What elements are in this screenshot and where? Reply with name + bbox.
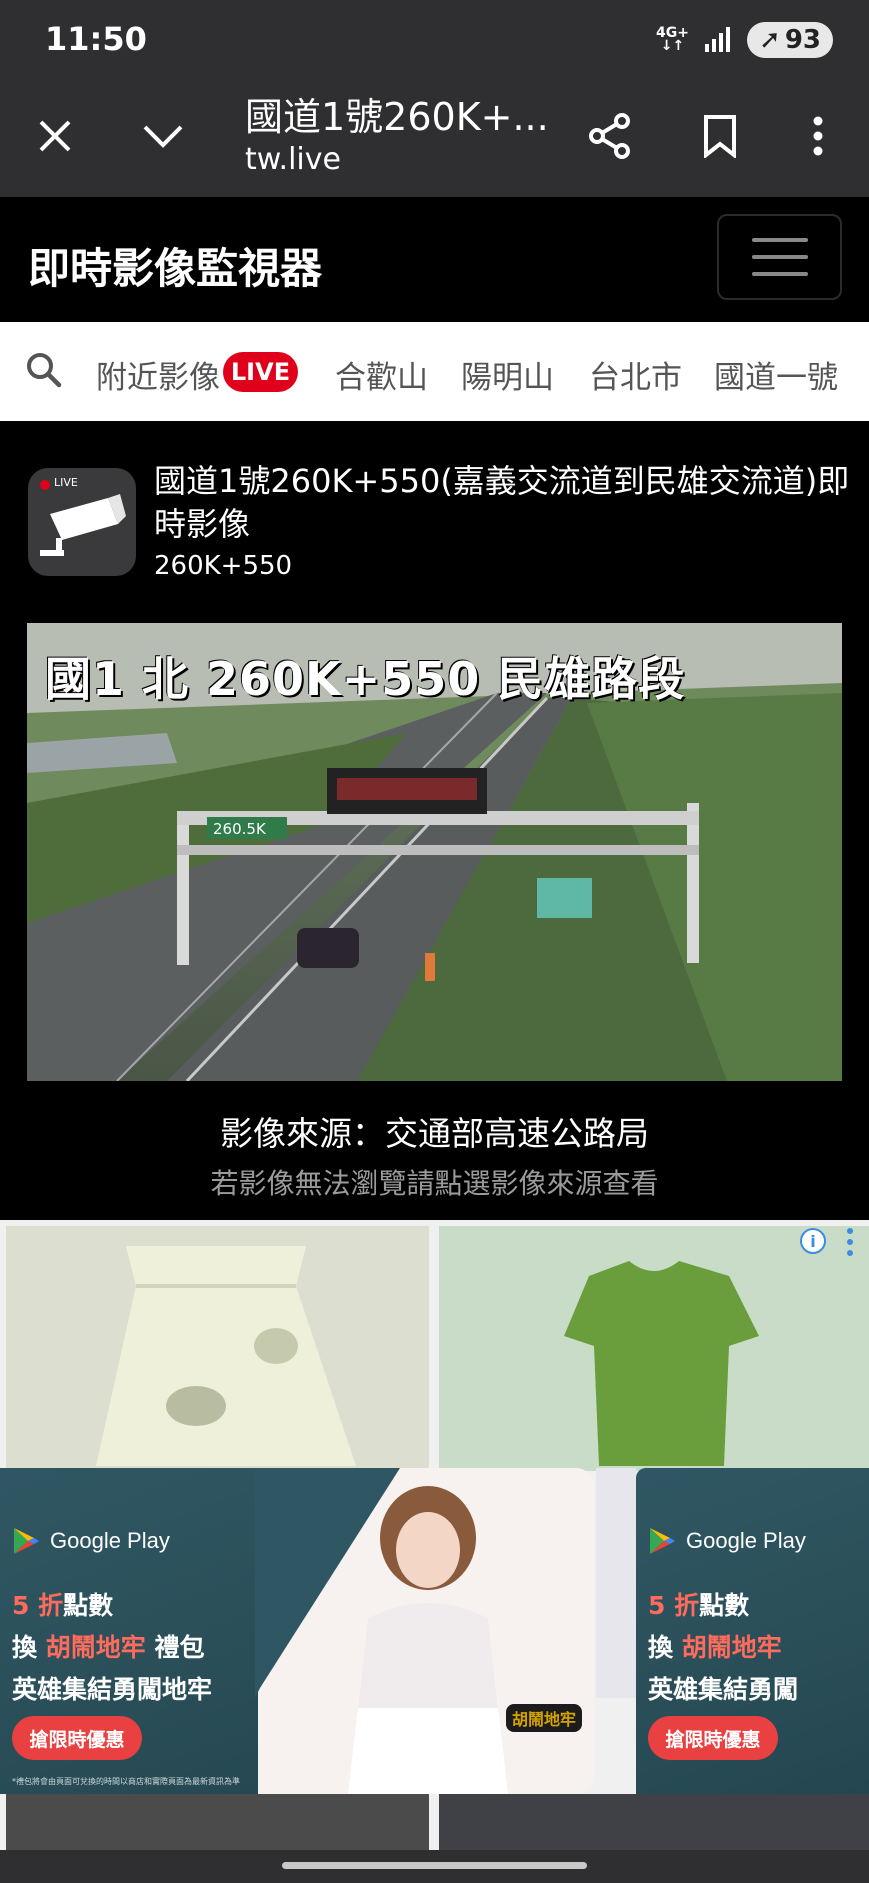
camera-app-icon: LIVE <box>28 468 136 576</box>
tshirt-image <box>564 1261 759 1466</box>
home-gesture-handle[interactable] <box>282 1862 587 1869</box>
site-title[interactable]: 即時影像監視器 <box>28 235 322 296</box>
google-play-ad-right[interactable]: Google Play 5 折點數 換 胡鬧地牢 英雄集結勇闖 搶限時優惠 <box>636 1468 869 1794</box>
bookmark-button[interactable] <box>690 106 750 166</box>
ad-product-skirt[interactable] <box>6 1226 429 1471</box>
nav-item-freeway1[interactable]: 國道一號 <box>714 352 838 397</box>
live-badge: LIVE <box>223 352 298 392</box>
category-nav: 附近影像 LIVE 合歡山 陽明山 台北市 國道一號 <box>0 322 869 421</box>
skirt-image <box>96 1246 356 1466</box>
image-source-link[interactable]: 影像來源：交通部高速公路局 <box>0 1107 869 1155</box>
search-icon[interactable] <box>24 350 64 390</box>
camera-title: 國道1號260K+550(嘉義交流道到民雄交流道)即時影像 <box>154 462 850 543</box>
camera-subtitle: 260K+550 <box>154 551 293 581</box>
battery-indicator: ➚ 93 <box>747 22 833 58</box>
network-type-label: 4G+ ↓↑ <box>656 25 690 54</box>
gantry-sign-label: 260.5K <box>213 820 267 838</box>
status-bar: 11:50 4G+ ↓↑ ➚ 93 <box>0 0 869 76</box>
nav-item-nearby[interactable]: 附近影像 <box>96 352 220 397</box>
cctv-camera-icon <box>40 494 126 556</box>
ad-product-bottom-left[interactable] <box>6 1794 429 1850</box>
ad-line-game: 換 胡鬧地牢 禮包 <box>12 1633 205 1662</box>
google-play-logo: Google Play <box>12 1526 170 1556</box>
ad-more-icon[interactable] <box>840 1228 860 1256</box>
page-title: 國道1號260K+... <box>245 95 549 139</box>
system-nav-bar <box>0 1850 869 1883</box>
ad-cta-button-right[interactable]: 搶限時優惠 <box>648 1716 778 1760</box>
google-play-icon <box>650 1528 675 1554</box>
google-play-label: Google Play <box>50 1528 170 1553</box>
ad-product-bottom-right[interactable] <box>439 1794 869 1850</box>
more-vert-icon <box>813 116 823 156</box>
battery-leaf-icon: ➚ <box>759 25 781 55</box>
video-overlay-caption: 國1 北 260K+550 民雄路段 <box>45 652 686 706</box>
ad-line-discount: 5 折點數 <box>12 1591 114 1620</box>
ad-fine-print: *禮包將會由頁面可兌換的時間以商店和實際頁面為最新資訊為準 <box>12 1777 240 1786</box>
ad-cta-button[interactable]: 搶限時優惠 <box>12 1716 142 1760</box>
share-icon <box>589 113 630 159</box>
ad-product-tshirt[interactable] <box>439 1226 869 1471</box>
status-indicators: 4G+ ↓↑ ➚ 93 <box>656 22 833 58</box>
page-url[interactable]: tw.live <box>245 142 341 177</box>
ad-product-partial[interactable] <box>596 1468 636 1698</box>
ad-diagonal-shape <box>255 1468 400 1698</box>
image-source-hint: 若影像無法瀏覽請點選影像來源查看 <box>210 1167 659 1200</box>
live-video-feed[interactable]: 260.5K 國1 北 260K+550 民雄路段 <box>27 623 842 1081</box>
site-header: 即時影像監視器 <box>0 197 869 322</box>
hamburger-menu-button[interactable] <box>717 214 842 300</box>
game-logo: 胡鬧地牢 <box>506 1704 583 1732</box>
battery-level: 93 <box>784 25 821 55</box>
ad-banner[interactable]: i Google Play 5 折點數 換 胡鬧地牢 禮包 英雄集結勇闖地牢 搶… <box>0 1220 869 1850</box>
status-time: 11:50 <box>45 20 147 58</box>
nav-item-taipei[interactable]: 台北市 <box>589 352 682 397</box>
bookmark-icon <box>704 115 736 158</box>
signal-icon <box>705 27 731 52</box>
close-icon <box>39 120 71 152</box>
nav-item-yangmingshan[interactable]: 陽明山 <box>461 352 554 397</box>
browser-toolbar: 國道1號260K+... tw.live <box>0 76 869 197</box>
google-play-icon <box>14 1528 39 1554</box>
chevron-down-icon <box>143 125 183 148</box>
hamburger-icon <box>751 238 808 242</box>
nav-item-hehuan[interactable]: 合歡山 <box>335 352 428 397</box>
share-button[interactable] <box>580 106 640 166</box>
ad-info-icon[interactable]: i <box>800 1228 826 1254</box>
close-tab-button[interactable] <box>25 106 85 166</box>
minimize-tab-button[interactable] <box>133 106 193 166</box>
ad-line-tagline: 英雄集結勇闖地牢 <box>12 1675 213 1704</box>
google-play-logo-right: Google Play <box>648 1526 806 1556</box>
more-options-button[interactable] <box>788 106 848 166</box>
